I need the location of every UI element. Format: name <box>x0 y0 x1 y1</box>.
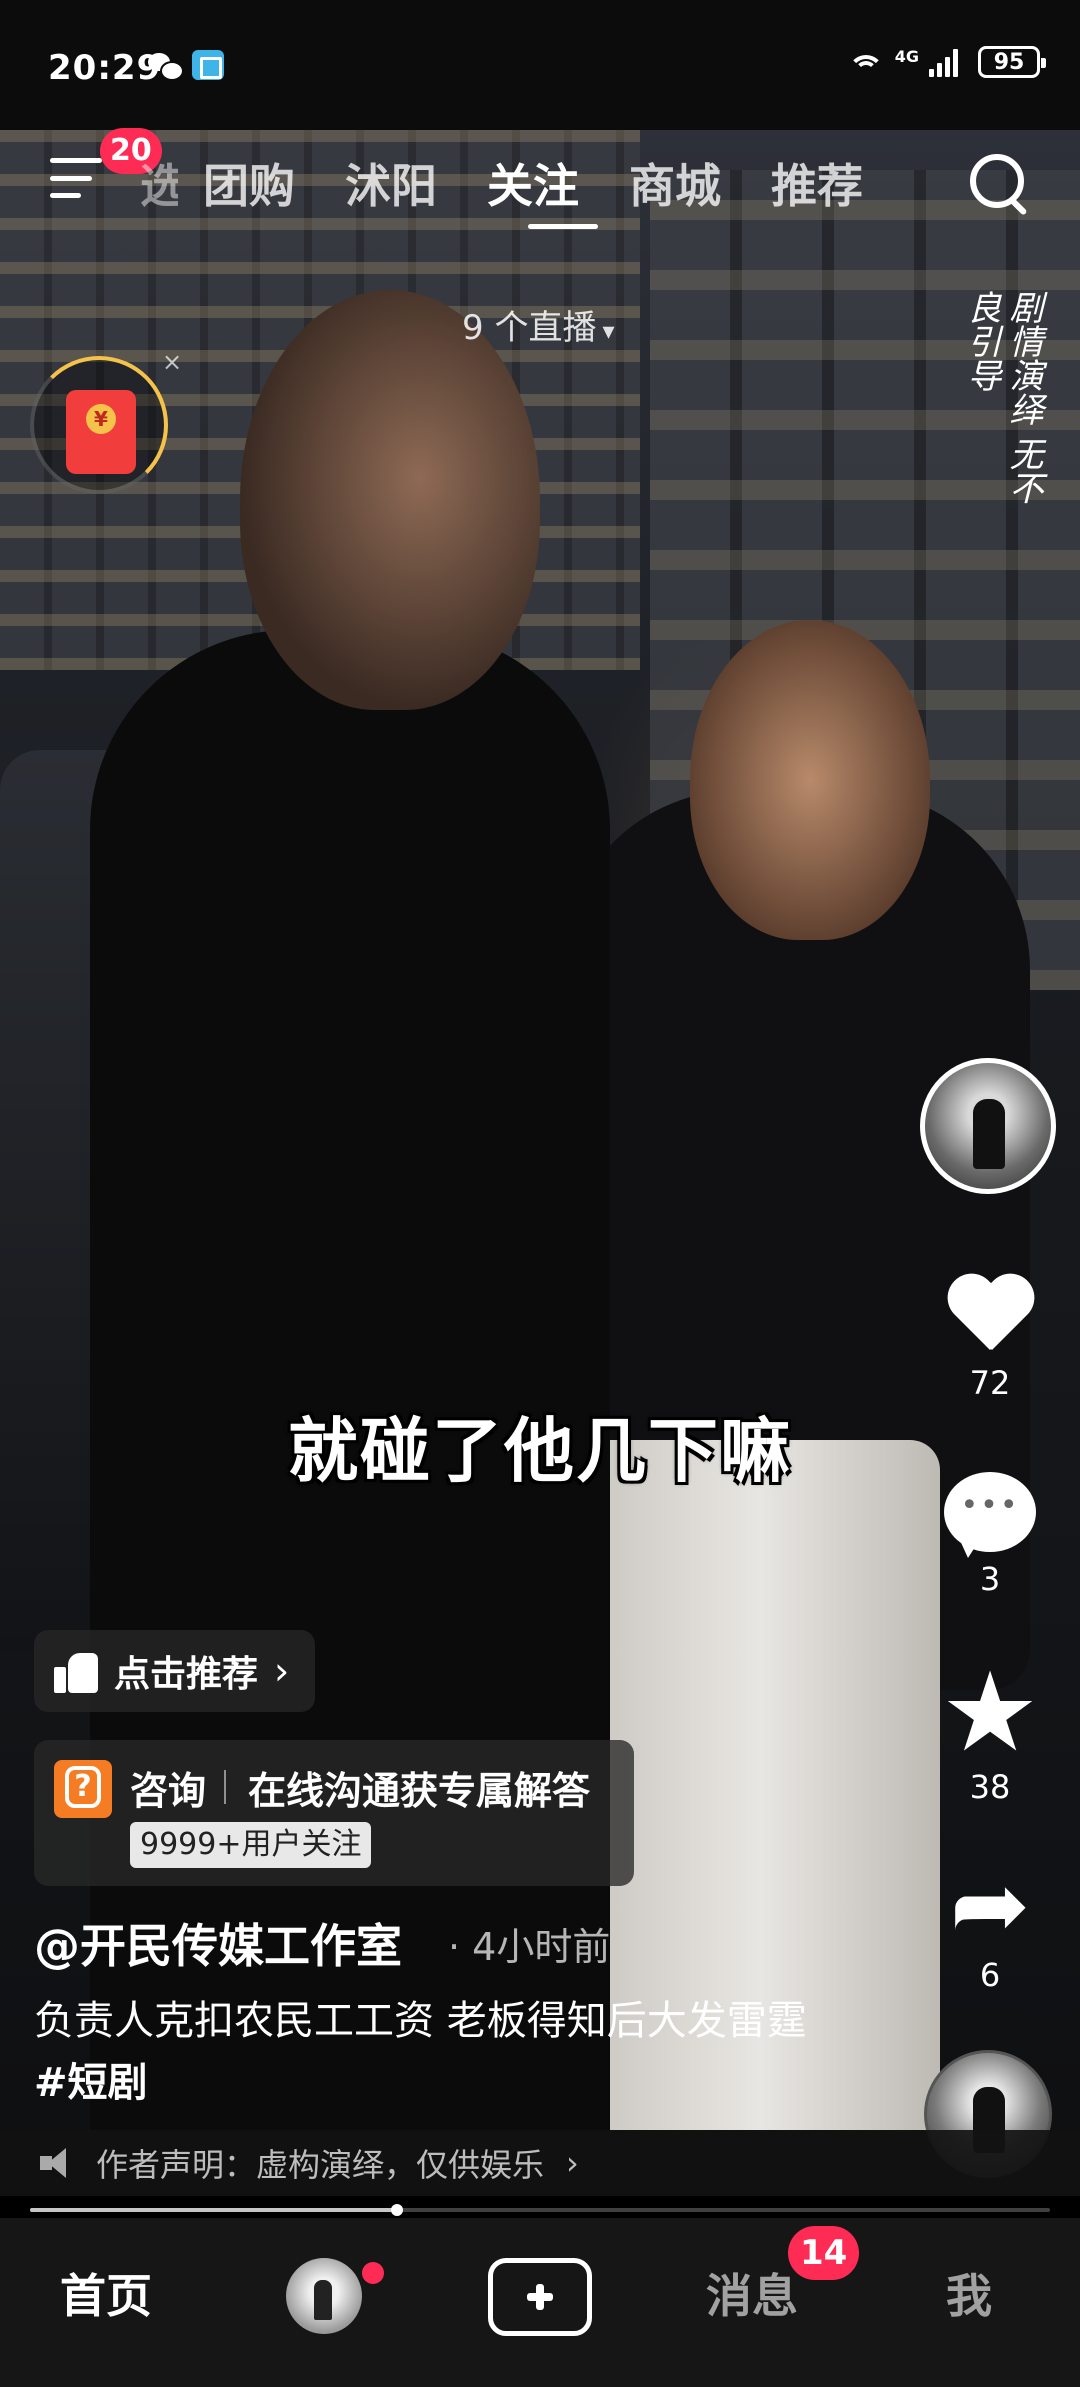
top-tabs: 选 团购 沭阳 关注 商城 推荐 <box>140 150 888 216</box>
consult-card[interactable]: 咨询 在线沟通获专属解答 9999+用户关注 <box>34 1740 634 1886</box>
thumbs-up-icon <box>54 1649 98 1693</box>
create-post-button[interactable] <box>488 2258 592 2336</box>
redpacket-icon <box>66 390 136 474</box>
description-text: 负责人克扣农民工工资 老板得知后大发雷霆 <box>34 1998 807 2044</box>
video-watermark: 剧情演绎 无不良引导 <box>961 290 1043 505</box>
speaker-icon <box>40 2148 74 2178</box>
messages-badge: 14 <box>788 2226 860 2280</box>
author-declaration[interactable]: 作者声明：虚构演绎，仅供娱乐 › <box>0 2130 1080 2196</box>
share-icon: ➦ <box>949 1849 1031 1961</box>
wechat-icon <box>148 51 184 81</box>
network-type-label: 4G <box>894 46 919 66</box>
video-subtitle: 就碰了他几下嘛 <box>288 1410 792 1492</box>
share-button[interactable]: ➦ 6 <box>940 1849 1040 1994</box>
nav-friends-avatar[interactable] <box>286 2258 362 2334</box>
status-time: 20:29 <box>48 48 162 88</box>
nav-home[interactable]: 首页 <box>60 2260 152 2326</box>
author-name[interactable]: @开民传媒工作室 <box>34 1910 402 1976</box>
like-button[interactable]: 72 <box>940 1272 1040 1402</box>
consult-title: 咨询 <box>130 1769 207 1813</box>
battery-level: 95 <box>993 49 1025 75</box>
share-count: 6 <box>979 1956 1001 1994</box>
video-person-left <box>90 630 610 2130</box>
live-count-selector[interactable]: 9 个直播 <box>462 300 615 349</box>
post-description: 负责人克扣农民工工资 老板得知后大发雷霆 #短剧 <box>34 1990 814 2114</box>
battery-icon: 95 <box>978 46 1046 78</box>
video-progress-fill <box>30 2208 398 2212</box>
video-person-right-head <box>690 620 930 940</box>
bottom-nav: 首页 消息 14 我 <box>0 2218 1080 2387</box>
active-tab-indicator <box>528 224 598 229</box>
menu-icon[interactable] <box>50 158 102 198</box>
wifi-icon <box>847 47 885 77</box>
nav-messages[interactable]: 消息 <box>706 2260 798 2326</box>
comment-count: 3 <box>979 1560 1001 1598</box>
favorite-button[interactable]: ★ 38 <box>940 1648 1040 1806</box>
status-bar: 20:29 4G 95 <box>0 0 1080 130</box>
declaration-text: 作者声明：虚构演绎，仅供娱乐 <box>96 2146 545 2184</box>
post-time: 4小时前 <box>448 1916 610 1971</box>
recommend-button[interactable]: 点击推荐 › <box>34 1630 316 1712</box>
consult-followers-tag: 9999+用户关注 <box>130 1822 372 1868</box>
star-icon: ★ <box>940 1648 1040 1776</box>
video-progress-bar[interactable] <box>30 2204 1050 2216</box>
chevron-right-icon: › <box>274 1649 290 1693</box>
search-icon[interactable] <box>968 152 1030 214</box>
tab-local[interactable]: 沭阳 <box>320 150 462 216</box>
tab-following[interactable]: 关注 <box>462 150 604 216</box>
question-icon <box>54 1760 112 1818</box>
consult-divider <box>224 1770 226 1804</box>
consult-description: 在线沟通获专属解答 <box>248 1769 591 1813</box>
notification-icons <box>148 50 224 81</box>
chevron-right-icon: › <box>566 2144 579 2182</box>
status-indicators: 4G 95 <box>847 46 1046 78</box>
tab-partial[interactable]: 选 <box>140 150 178 216</box>
creator-avatar[interactable] <box>920 1058 1056 1194</box>
recommend-label: 点击推荐 <box>114 1654 259 1695</box>
video-person-left-head <box>240 290 540 710</box>
redpacket-widget[interactable] <box>30 356 168 494</box>
hashtag-link[interactable]: #短剧 <box>34 2060 148 2106</box>
tab-mall[interactable]: 商城 <box>604 150 746 216</box>
signal-icon <box>929 47 958 77</box>
tab-group-buy[interactable]: 团购 <box>178 150 320 216</box>
redpacket-close-icon[interactable]: × <box>162 348 182 376</box>
video-progress-thumb[interactable] <box>391 2204 404 2216</box>
heart-icon <box>944 1272 1036 1356</box>
reader-app-icon <box>192 50 224 80</box>
nav-friends-dot <box>362 2262 384 2284</box>
tab-recommend[interactable]: 推荐 <box>746 150 888 216</box>
nav-me[interactable]: 我 <box>946 2260 992 2326</box>
